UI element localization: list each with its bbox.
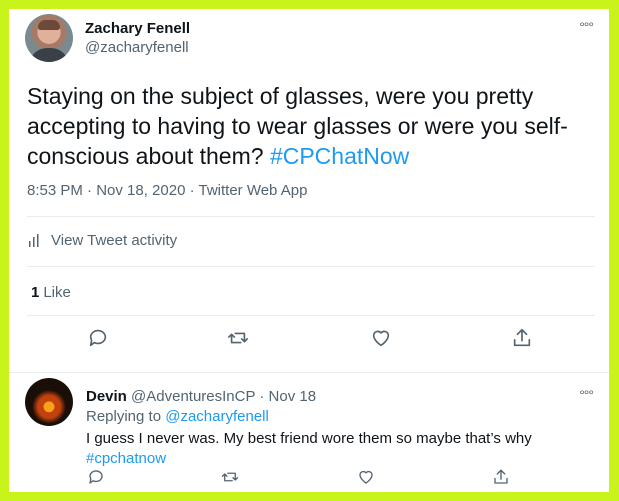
likes-count-link[interactable]: 1 Like: [31, 284, 71, 301]
activity-label: View Tweet activity: [51, 232, 178, 249]
reply-icon[interactable]: [87, 468, 113, 492]
main-tweet: Zachary Fenell @zacharyfenell °°° Stayin…: [9, 9, 609, 372]
replying-to-link[interactable]: @zacharyfenell: [165, 408, 269, 425]
reply-action-bar: [9, 468, 609, 492]
tweet-timestamp[interactable]: 8:53 PM · Nov 18, 2020 · Twitter Web App: [27, 182, 307, 199]
like-icon[interactable]: [357, 468, 383, 492]
hashtag-link[interactable]: #CPChatNow: [270, 143, 409, 169]
more-horizontal-icon[interactable]: °°°: [579, 387, 594, 403]
retweet-icon[interactable]: [221, 468, 247, 492]
replying-prefix: Replying to: [86, 408, 162, 425]
reply-avatar[interactable]: [25, 378, 73, 426]
reply-text: I guess I never was. My best friend wore…: [86, 429, 591, 469]
avatar-hair: [38, 20, 60, 30]
analytics-icon: [29, 233, 39, 247]
reply-handle-time[interactable]: @AdventuresInCP · Nov 18: [131, 388, 316, 405]
tweet-text: Staying on the subject of glasses, were …: [27, 81, 593, 171]
divider: [27, 266, 595, 267]
view-tweet-activity-link[interactable]: View Tweet activity: [27, 232, 177, 249]
like-icon[interactable]: [370, 327, 396, 353]
reply-icon[interactable]: [87, 327, 113, 353]
like-label: Like: [43, 284, 71, 301]
reply-tweet[interactable]: Devin @AdventuresInCP · Nov 18 °°° Reply…: [9, 372, 609, 492]
divider: [27, 315, 595, 316]
divider: [27, 216, 595, 217]
reply-author[interactable]: Devin @AdventuresInCP · Nov 18: [86, 388, 316, 405]
share-icon[interactable]: [492, 468, 518, 492]
tweet-frame: Zachary Fenell @zacharyfenell °°° Stayin…: [9, 9, 609, 492]
author-handle[interactable]: @zacharyfenell: [85, 39, 189, 56]
like-count: 1: [31, 284, 40, 301]
author-display-name[interactable]: Zachary Fenell: [85, 20, 190, 37]
reply-display-name[interactable]: Devin: [86, 388, 127, 405]
reply-body: I guess I never was. My best friend wore…: [86, 430, 532, 447]
retweet-icon[interactable]: [227, 327, 253, 353]
more-horizontal-icon[interactable]: °°°: [579, 19, 594, 35]
replying-to: Replying to @zacharyfenell: [86, 408, 269, 425]
action-bar: [9, 327, 609, 355]
reply-hashtag-link[interactable]: #cpchatnow: [86, 449, 591, 469]
share-icon[interactable]: [511, 327, 537, 353]
avatar[interactable]: [25, 14, 73, 62]
avatar-shirt: [29, 48, 69, 62]
